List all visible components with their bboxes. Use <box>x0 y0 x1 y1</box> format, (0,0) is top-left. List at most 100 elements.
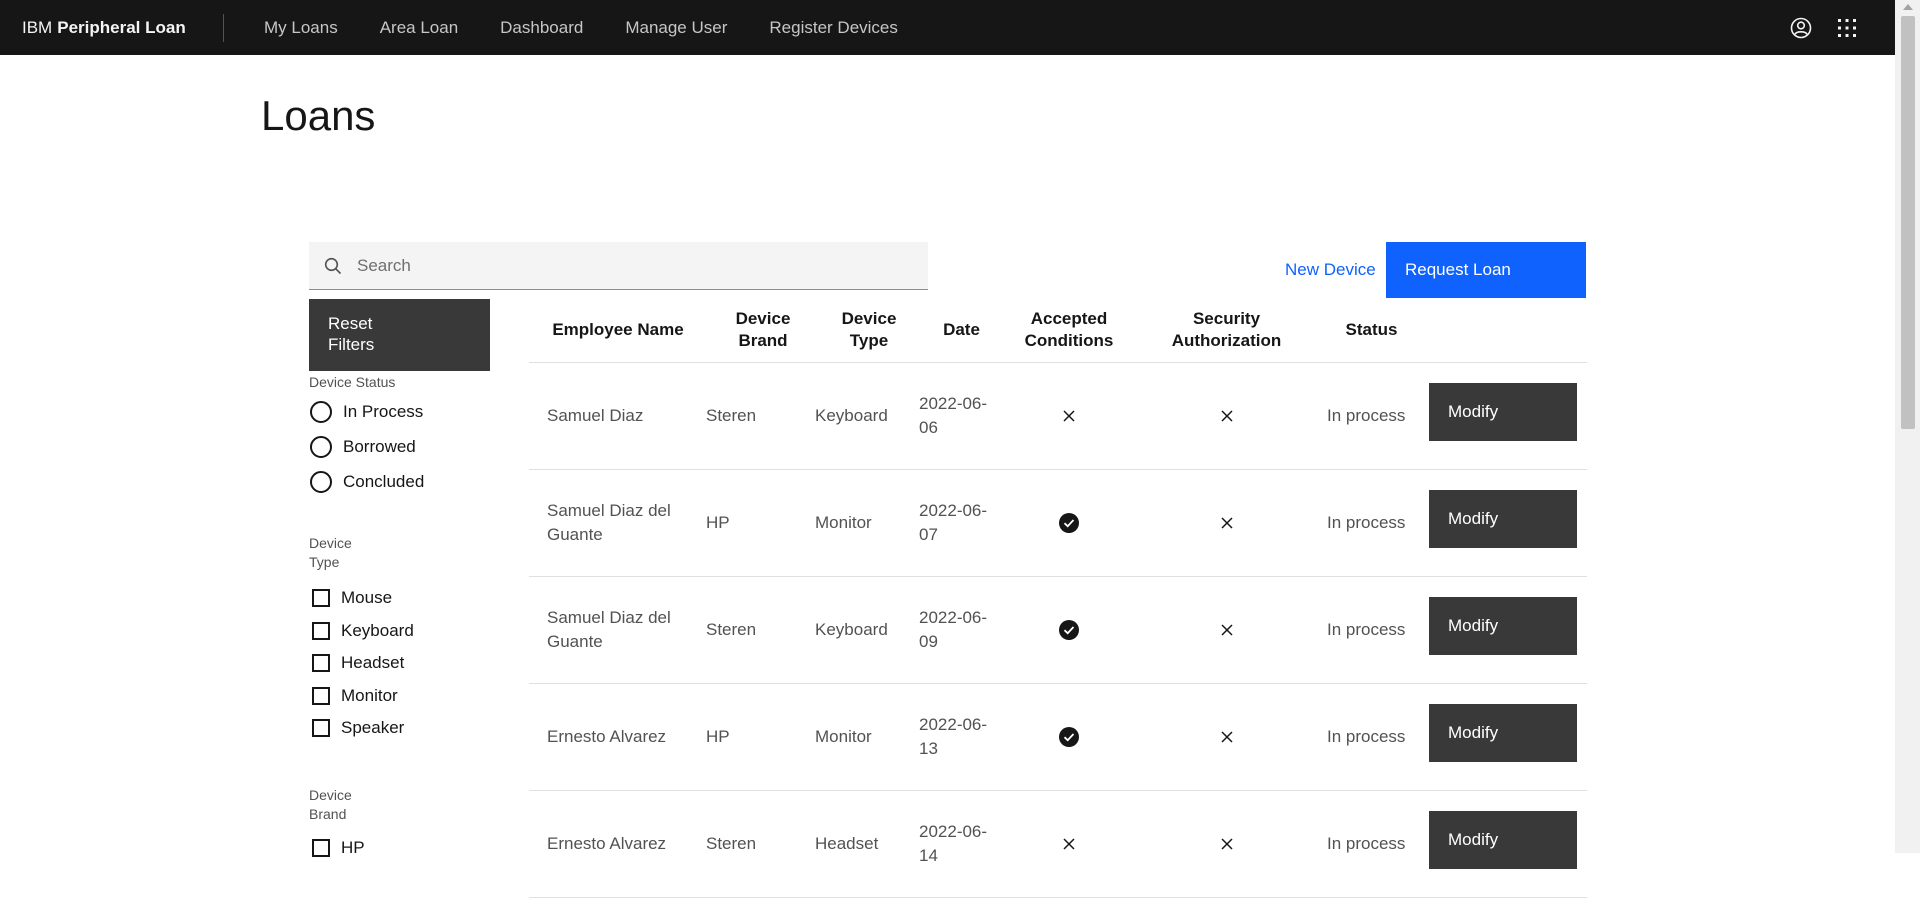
accepted-conditions-cell <box>1004 577 1134 683</box>
column-header-label: Accepted Conditions <box>1024 309 1114 350</box>
device-type-label: Device Type <box>309 535 352 570</box>
device-brand-cell: Steren <box>706 620 757 639</box>
app-brand[interactable]: IBM Peripheral Loan <box>0 0 223 55</box>
close-icon <box>1220 730 1234 744</box>
nav-item-dashboard[interactable]: Dashboard <box>479 0 604 55</box>
modify-button[interactable]: Modify <box>1429 383 1577 441</box>
column-header[interactable]: Status <box>1319 297 1424 363</box>
vertical-scrollbar[interactable] <box>1895 0 1920 853</box>
column-header[interactable]: Device Brand <box>707 297 819 363</box>
status-cell: In process <box>1327 834 1406 853</box>
nav-item-manage-user[interactable]: Manage User <box>604 0 748 55</box>
modify-button[interactable]: Modify <box>1429 490 1577 548</box>
status-cell: In process <box>1327 727 1406 746</box>
device-brand-label: Device Brand <box>309 787 352 822</box>
radio-in-process[interactable]: In Process <box>310 401 423 423</box>
brand-prefix: IBM <box>22 17 53 37</box>
checkbox-box[interactable] <box>312 839 330 857</box>
device-brand-cell: HP <box>706 727 730 746</box>
employee-name-cell: Samuel Diaz del Guante <box>547 608 671 651</box>
radio-borrowed[interactable]: Borrowed <box>310 436 416 458</box>
column-header[interactable]: Date <box>919 297 1004 363</box>
radio-circle[interactable] <box>310 401 332 423</box>
header-divider <box>223 13 224 42</box>
checkbox-hp[interactable]: HP <box>312 838 365 858</box>
radio-concluded[interactable]: Concluded <box>310 471 424 493</box>
accepted-conditions-cell <box>1004 684 1134 790</box>
security-authorization-cell <box>1134 470 1319 576</box>
modify-button[interactable]: Modify <box>1429 704 1577 762</box>
app-switcher-icon[interactable] <box>1824 0 1870 55</box>
table-row: Ernesto Alvarez HP Monitor 2022-06-13 In… <box>529 684 1587 791</box>
top-navigation-bar: IBM Peripheral Loan My Loans Area Loan D… <box>0 0 1895 55</box>
close-icon <box>1062 837 1076 851</box>
column-header[interactable]: Security Authorization <box>1134 297 1319 363</box>
user-avatar-icon[interactable] <box>1778 0 1824 55</box>
close-icon <box>1220 516 1234 530</box>
close-icon <box>1220 623 1234 637</box>
device-type-cell: Monitor <box>815 727 872 746</box>
checkbox-box[interactable] <box>312 687 330 705</box>
modify-button[interactable]: Modify <box>1429 811 1577 869</box>
scrollbar-thumb[interactable] <box>1901 16 1915 429</box>
security-authorization-cell <box>1134 363 1319 469</box>
table-row: Samuel Diaz del Guante Steren Keyboard 2… <box>529 577 1587 684</box>
scroll-up-arrow-icon[interactable] <box>1903 4 1913 10</box>
device-brand-cell: Steren <box>706 834 757 853</box>
table-header: Employee Name Device Brand Device Type D… <box>529 297 1587 363</box>
header-actions <box>1778 0 1870 55</box>
checkbox-label: Keyboard <box>341 621 414 640</box>
device-brand-cell: Steren <box>706 406 757 425</box>
radio-circle[interactable] <box>310 436 332 458</box>
employee-name-cell: Ernesto Alvarez <box>547 727 667 746</box>
security-authorization-cell <box>1134 577 1319 683</box>
new-device-button[interactable]: New Device <box>1265 242 1396 298</box>
loans-table: Employee Name Device Brand Device Type D… <box>529 297 1587 898</box>
reset-filters-label: Reset Filters <box>328 314 375 354</box>
employee-name-cell: Samuel Diaz del Guante <box>547 501 671 544</box>
table-row: Samuel Diaz Steren Keyboard 2022-06-06 I… <box>529 363 1587 470</box>
accepted-conditions-cell <box>1004 363 1134 469</box>
date-cell: 2022-06-14 <box>919 822 988 865</box>
status-cell: In process <box>1327 513 1406 532</box>
checkbox-headset[interactable]: Headset <box>312 653 404 673</box>
checkbox-box[interactable] <box>312 719 330 737</box>
column-header-label: Device Brand <box>735 309 791 350</box>
table-row: Samuel Diaz del Guante HP Monitor 2022-0… <box>529 470 1587 577</box>
close-icon <box>1220 837 1234 851</box>
device-brand-cell: HP <box>706 513 730 532</box>
radio-label: In Process <box>343 402 424 421</box>
column-header[interactable]: Device Type <box>819 297 919 363</box>
checkbox-box[interactable] <box>312 589 330 607</box>
nav-item-area-loan[interactable]: Area Loan <box>359 0 479 55</box>
checkbox-mouse[interactable]: Mouse <box>312 588 392 608</box>
nav-item-register-devices[interactable]: Register Devices <box>748 0 919 55</box>
checkbox-label: Mouse <box>341 588 393 607</box>
request-loan-button[interactable]: Request Loan <box>1386 242 1586 298</box>
reset-filters-button[interactable]: Reset Filters <box>309 299 490 371</box>
checkbox-monitor[interactable]: Monitor <box>312 686 398 706</box>
close-icon <box>1062 409 1076 423</box>
device-type-cell: Keyboard <box>815 620 888 639</box>
modify-button[interactable]: Modify <box>1429 597 1577 655</box>
page-title: Loans <box>261 92 376 139</box>
checkbox-keyboard[interactable]: Keyboard <box>312 621 414 641</box>
status-cell: In process <box>1327 620 1406 639</box>
radio-label: Borrowed <box>343 437 416 456</box>
checkbox-box[interactable] <box>312 622 330 640</box>
column-header[interactable]: Employee Name <box>529 297 707 363</box>
checkbox-speaker[interactable]: Speaker <box>312 718 404 738</box>
search-input[interactable] <box>357 255 897 276</box>
column-header[interactable]: Accepted Conditions <box>1004 297 1134 363</box>
checkmark-circle-icon <box>1059 513 1079 533</box>
brand-name: Peripheral Loan <box>57 17 186 37</box>
radio-circle[interactable] <box>310 471 332 493</box>
checkbox-label: Speaker <box>341 718 405 737</box>
accepted-conditions-cell <box>1004 470 1134 576</box>
security-authorization-cell <box>1134 684 1319 790</box>
nav-item-my-loans[interactable]: My Loans <box>243 0 359 55</box>
date-cell: 2022-06-13 <box>919 715 988 758</box>
checkmark-circle-icon <box>1059 620 1079 640</box>
date-cell: 2022-06-09 <box>919 608 988 651</box>
checkbox-box[interactable] <box>312 654 330 672</box>
